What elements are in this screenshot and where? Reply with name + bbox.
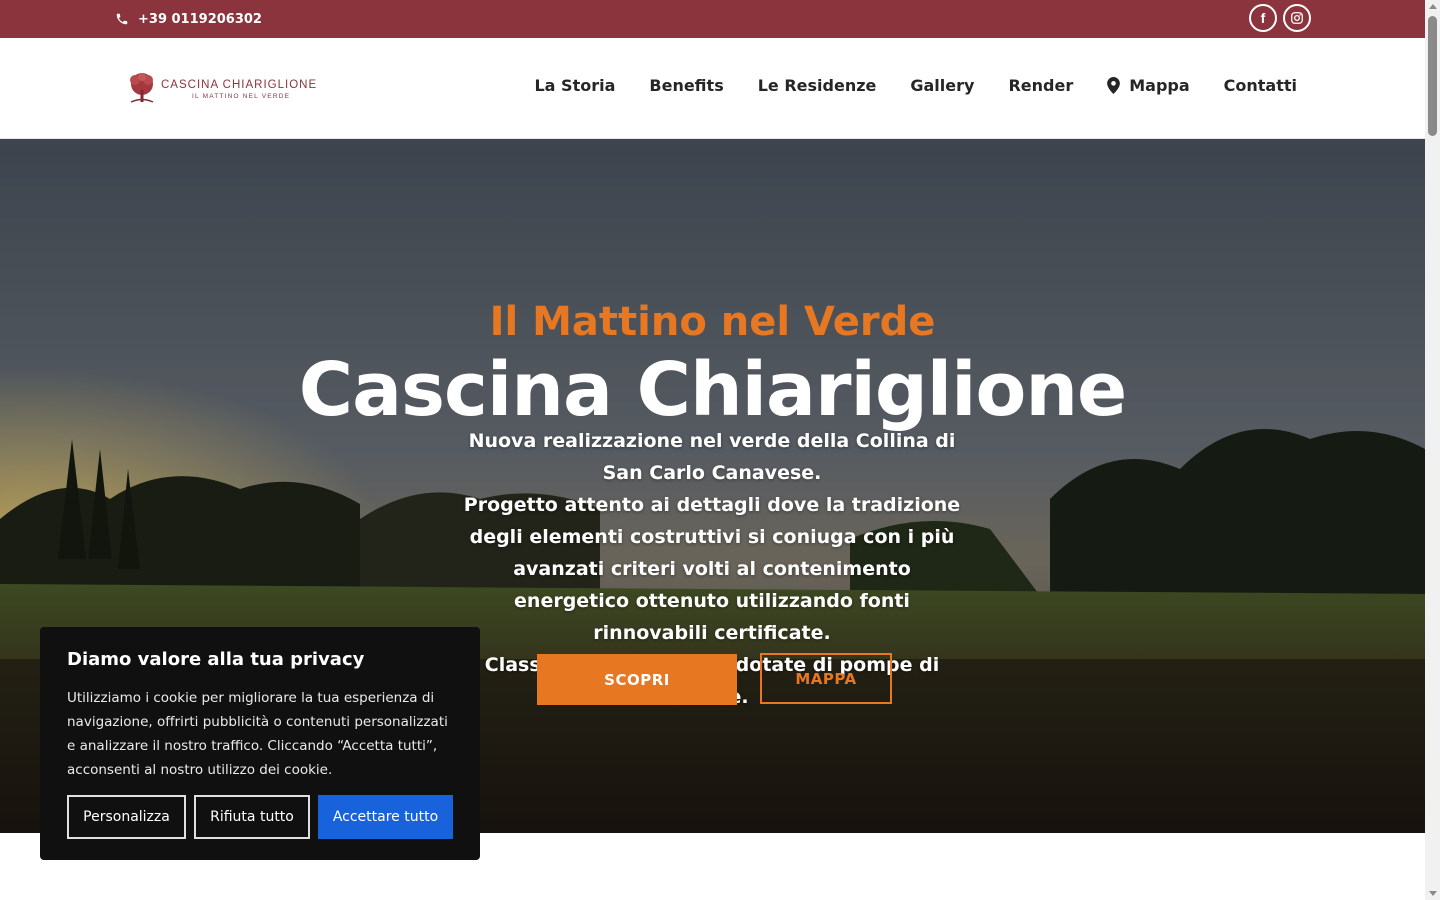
site-header: CASCINA CHIARIGLIONE IL MATTINO NEL VERD… bbox=[0, 38, 1425, 139]
nav-mappa-label: Mappa bbox=[1129, 76, 1190, 95]
logo-name: CASCINA CHIARIGLIONE bbox=[161, 78, 318, 91]
nav-gallery[interactable]: Gallery bbox=[910, 76, 974, 95]
hero-desc-line-1: Nuova realizzazione nel verde della Coll… bbox=[468, 430, 956, 484]
page-scrollbar[interactable] bbox=[1425, 0, 1440, 900]
map-pin-icon bbox=[1107, 77, 1121, 94]
logo-tagline: IL MATTINO NEL VERDE bbox=[192, 92, 291, 100]
nav-contatti[interactable]: Contatti bbox=[1224, 76, 1297, 95]
logo[interactable]: CASCINA CHIARIGLIONE IL MATTINO NEL VERD… bbox=[127, 72, 317, 106]
tree-logo-icon bbox=[130, 73, 154, 103]
hero-title: Cascina Chiariglione bbox=[298, 347, 1127, 433]
cookie-consent-banner: Diamo valore alla tua privacy Utilizziam… bbox=[40, 627, 480, 860]
nav-benefits[interactable]: Benefits bbox=[649, 76, 723, 95]
nav-mappa[interactable]: Mappa bbox=[1107, 76, 1190, 95]
hero-subtitle: Il Mattino nel Verde bbox=[489, 299, 936, 345]
facebook-icon[interactable]: f bbox=[1249, 4, 1277, 32]
top-bar: +39 0119206302 f bbox=[0, 0, 1425, 38]
phone-number: +39 0119206302 bbox=[138, 11, 262, 27]
cookie-title: Diamo valore alla tua privacy bbox=[67, 649, 365, 670]
phone-contact[interactable]: +39 0119206302 bbox=[115, 0, 262, 38]
phone-icon bbox=[116, 13, 128, 25]
cookie-text: Utilizziamo i cookie per migliorare la t… bbox=[67, 690, 448, 778]
reject-all-button[interactable]: Rifiuta tutto bbox=[194, 795, 310, 839]
scopri-button[interactable]: SCOPRI bbox=[537, 654, 737, 705]
scroll-up-arrow-icon[interactable] bbox=[1429, 4, 1437, 9]
hero-desc-line-2: Progetto attento ai dettagli dove la tra… bbox=[463, 494, 961, 644]
scroll-down-arrow-icon[interactable] bbox=[1429, 891, 1437, 896]
instagram-icon[interactable] bbox=[1283, 4, 1311, 32]
nav-render[interactable]: Render bbox=[1008, 76, 1073, 95]
accept-all-button[interactable]: Accettare tutto bbox=[318, 795, 453, 839]
cookie-buttons: Personalizza Rifiuta tutto Accettare tut… bbox=[67, 795, 453, 839]
scroll-thumb[interactable] bbox=[1428, 16, 1437, 136]
mappa-button[interactable]: MAPPA bbox=[760, 653, 892, 704]
nav-le-residenze[interactable]: Le Residenze bbox=[758, 76, 877, 95]
customize-button[interactable]: Personalizza bbox=[67, 795, 186, 839]
main-nav: La Storia Benefits Le Residenze Gallery … bbox=[534, 76, 1297, 95]
nav-la-storia[interactable]: La Storia bbox=[534, 76, 615, 95]
